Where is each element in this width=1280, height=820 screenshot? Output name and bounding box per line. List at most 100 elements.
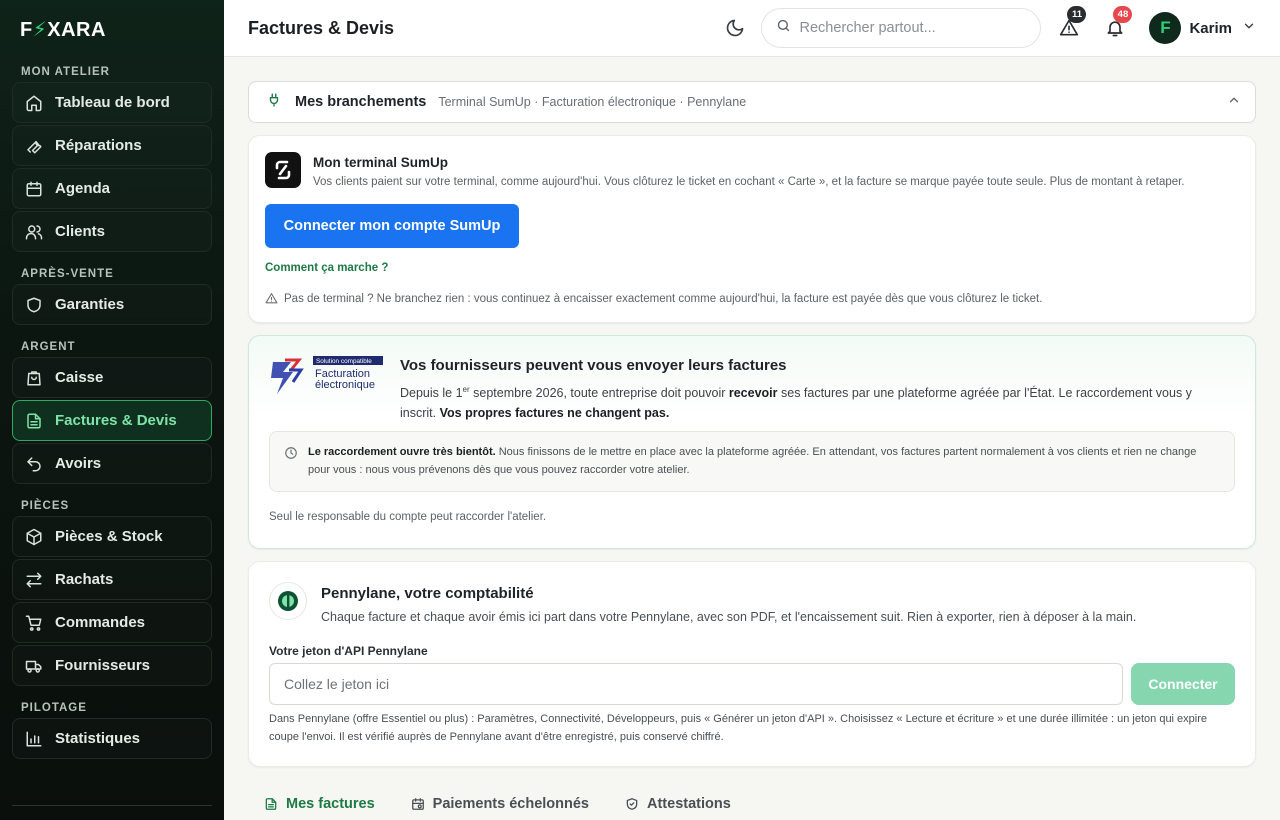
global-search[interactable]	[761, 8, 1042, 48]
einvoicing-title: Vos fournisseurs peuvent vous envoyer le…	[400, 357, 787, 374]
sidebar-item-fournisseurs[interactable]: Fournisseurs	[12, 645, 212, 686]
tab-mes-factures[interactable]: Mes factures	[264, 796, 375, 812]
notice-bold: Le raccordement ouvre très bientôt.	[308, 446, 496, 458]
document-icon	[265, 798, 277, 810]
sidebar-item-label: Garanties	[55, 296, 125, 313]
sidebar-item-label: Pièces & Stock	[55, 528, 163, 545]
section-title-pieces: PIÈCES	[21, 500, 70, 512]
moon-icon[interactable]	[725, 18, 745, 38]
sidebar-item-label: Réparations	[55, 137, 142, 154]
sidebar-item-label: Tableau de bord	[55, 94, 170, 111]
how-it-works-link[interactable]: Comment ça marche ?	[265, 262, 388, 274]
sumup-note-text: Pas de terminal ? Ne branchez rien : vou…	[284, 292, 1043, 305]
search-input[interactable]	[799, 20, 1020, 36]
einvoicing-logo: Solution compatible Facturation électron…	[271, 356, 383, 394]
connections-subtitle: Terminal SumUp · Facturation électroniqu…	[438, 95, 747, 109]
sidebar-item-commandes[interactable]: Commandes	[12, 602, 212, 643]
einvoicing-logo-line2: électronique	[315, 379, 375, 391]
box-icon	[25, 528, 43, 546]
notifications-count-badge: 48	[1113, 6, 1133, 23]
cash-register-icon	[25, 369, 43, 387]
undo-arrow-icon	[25, 455, 43, 473]
pennylane-logo-icon	[269, 582, 307, 620]
notifications-button[interactable]: 48	[1103, 6, 1133, 40]
page-title: Factures & Devis	[248, 17, 395, 38]
sidebar-item-label: Fournisseurs	[55, 657, 151, 674]
sidebar-divider	[12, 805, 212, 806]
sidebar-item-label: Rachats	[55, 571, 114, 588]
chevron-down-icon	[1242, 19, 1256, 38]
sidebar-item-caisse[interactable]: Caisse	[12, 357, 212, 398]
tab-label: Mes factures	[286, 796, 375, 812]
warning-icon	[265, 293, 278, 304]
sidebar-item-clients[interactable]: Clients	[12, 211, 212, 252]
clock-icon	[285, 447, 297, 459]
sidebar-item-pieces-stock[interactable]: Pièces & Stock	[12, 516, 212, 557]
connect-sumup-button[interactable]: Connecter mon compte SumUp	[265, 204, 519, 248]
document-icon	[25, 412, 43, 430]
sidebar-item-label: Statistiques	[55, 730, 141, 747]
sidebar-item-label: Factures & Devis	[55, 412, 177, 429]
home-icon	[25, 94, 43, 112]
user-name: Karim	[1189, 19, 1232, 37]
sidebar-item-label: Clients	[55, 223, 106, 240]
search-icon	[776, 18, 791, 38]
connections-title: Mes branchements	[295, 94, 427, 110]
sidebar-item-statistiques[interactable]: Statistiques	[12, 718, 212, 759]
section-title-mon-atelier: MON ATELIER	[21, 66, 110, 78]
einvoicing-logo-tag: Solution compatible	[316, 358, 372, 365]
section-title-pilotage: PILOTAGE	[21, 702, 87, 714]
tab-paiements-echelonnes[interactable]: Paiements échelonnés	[411, 796, 589, 812]
alerts-count-badge: 11	[1067, 6, 1087, 23]
alerts-button[interactable]: 11	[1057, 6, 1087, 40]
sidebar-item-label: Commandes	[55, 614, 146, 631]
calendar-icon	[25, 180, 43, 198]
users-icon	[25, 223, 43, 241]
sidebar-item-label: Caisse	[55, 369, 104, 386]
api-token-label: Votre jeton d'API Pennylane	[269, 644, 428, 658]
user-menu[interactable]: F Karim	[1149, 12, 1256, 44]
sidebar-item-garanties[interactable]: Garanties	[12, 284, 212, 325]
pennylane-description: Chaque facture et chaque avoir émis ici …	[321, 610, 1137, 624]
tab-label: Paiements échelonnés	[432, 796, 589, 812]
tab-label: Attestations	[647, 796, 731, 812]
top-header: Factures & Devis 11 48 F Karim	[224, 0, 1280, 57]
einvoicing-text: Depuis le 1er septembre 2026, toute entr…	[400, 380, 1216, 423]
logo-text-start: F	[20, 18, 33, 41]
sumup-card: Mon terminal SumUp Vos clients paient su…	[248, 135, 1256, 323]
einvoicing-text-sup: er	[462, 385, 470, 394]
einvoicing-card: Solution compatible Facturation électron…	[248, 335, 1256, 549]
sidebar-item-label: Avoirs	[55, 455, 102, 472]
header-actions: 11 48 F Karim	[725, 6, 1256, 48]
sidebar-item-reparations[interactable]: Réparations	[12, 125, 212, 166]
einvoicing-text-bold: recevoir	[728, 386, 778, 401]
sidebar-item-agenda[interactable]: Agenda	[12, 168, 212, 209]
invoice-tabs: Mes factures Paiements échelonnés Attest…	[264, 796, 767, 812]
avatar: F	[1149, 12, 1182, 44]
logo-text-end: XARA	[47, 18, 106, 41]
connections-panel-header[interactable]: Mes branchements Terminal SumUp · Factur…	[248, 81, 1256, 123]
sidebar-item-avoirs[interactable]: Avoirs	[12, 443, 212, 484]
cart-icon	[25, 614, 43, 632]
pennylane-card: Pennylane, votre comptabilité Chaque fac…	[248, 561, 1256, 767]
main-content: Mes branchements Terminal SumUp · Factur…	[224, 57, 1280, 820]
connect-pennylane-button[interactable]: Connecter	[1131, 663, 1235, 705]
sumup-note: Pas de terminal ? Ne branchez rien : vou…	[265, 292, 1042, 305]
einvoicing-notice: Le raccordement ouvre très bientôt. Nous…	[269, 431, 1235, 492]
pennylane-help-text: Dans Pennylane (offre Essentiel ou plus)…	[269, 713, 1208, 743]
api-token-input[interactable]	[269, 663, 1123, 705]
sidebar-item-tableau-de-bord[interactable]: Tableau de bord	[12, 82, 212, 123]
app-logo[interactable]: F ⚡ XARA	[12, 0, 212, 60]
sumup-description: Vos clients paient sur votre terminal, c…	[313, 176, 1185, 188]
bar-chart-icon	[25, 730, 43, 748]
sidebar-item-label: Agenda	[55, 180, 111, 197]
section-title-argent: ARGENT	[21, 341, 76, 353]
bolt-icon: ⚡	[32, 18, 48, 41]
tab-attestations[interactable]: Attestations	[625, 796, 731, 812]
chevron-up-icon[interactable]	[1227, 93, 1241, 112]
einvoicing-text-part: Depuis le 1	[400, 386, 463, 401]
einvoicing-footer: Seul le responsable du compte peut racco…	[269, 511, 547, 523]
swap-arrows-icon	[25, 571, 43, 589]
sidebar-item-factures-devis[interactable]: Factures & Devis	[12, 400, 212, 441]
sidebar-item-rachats[interactable]: Rachats	[12, 559, 212, 600]
